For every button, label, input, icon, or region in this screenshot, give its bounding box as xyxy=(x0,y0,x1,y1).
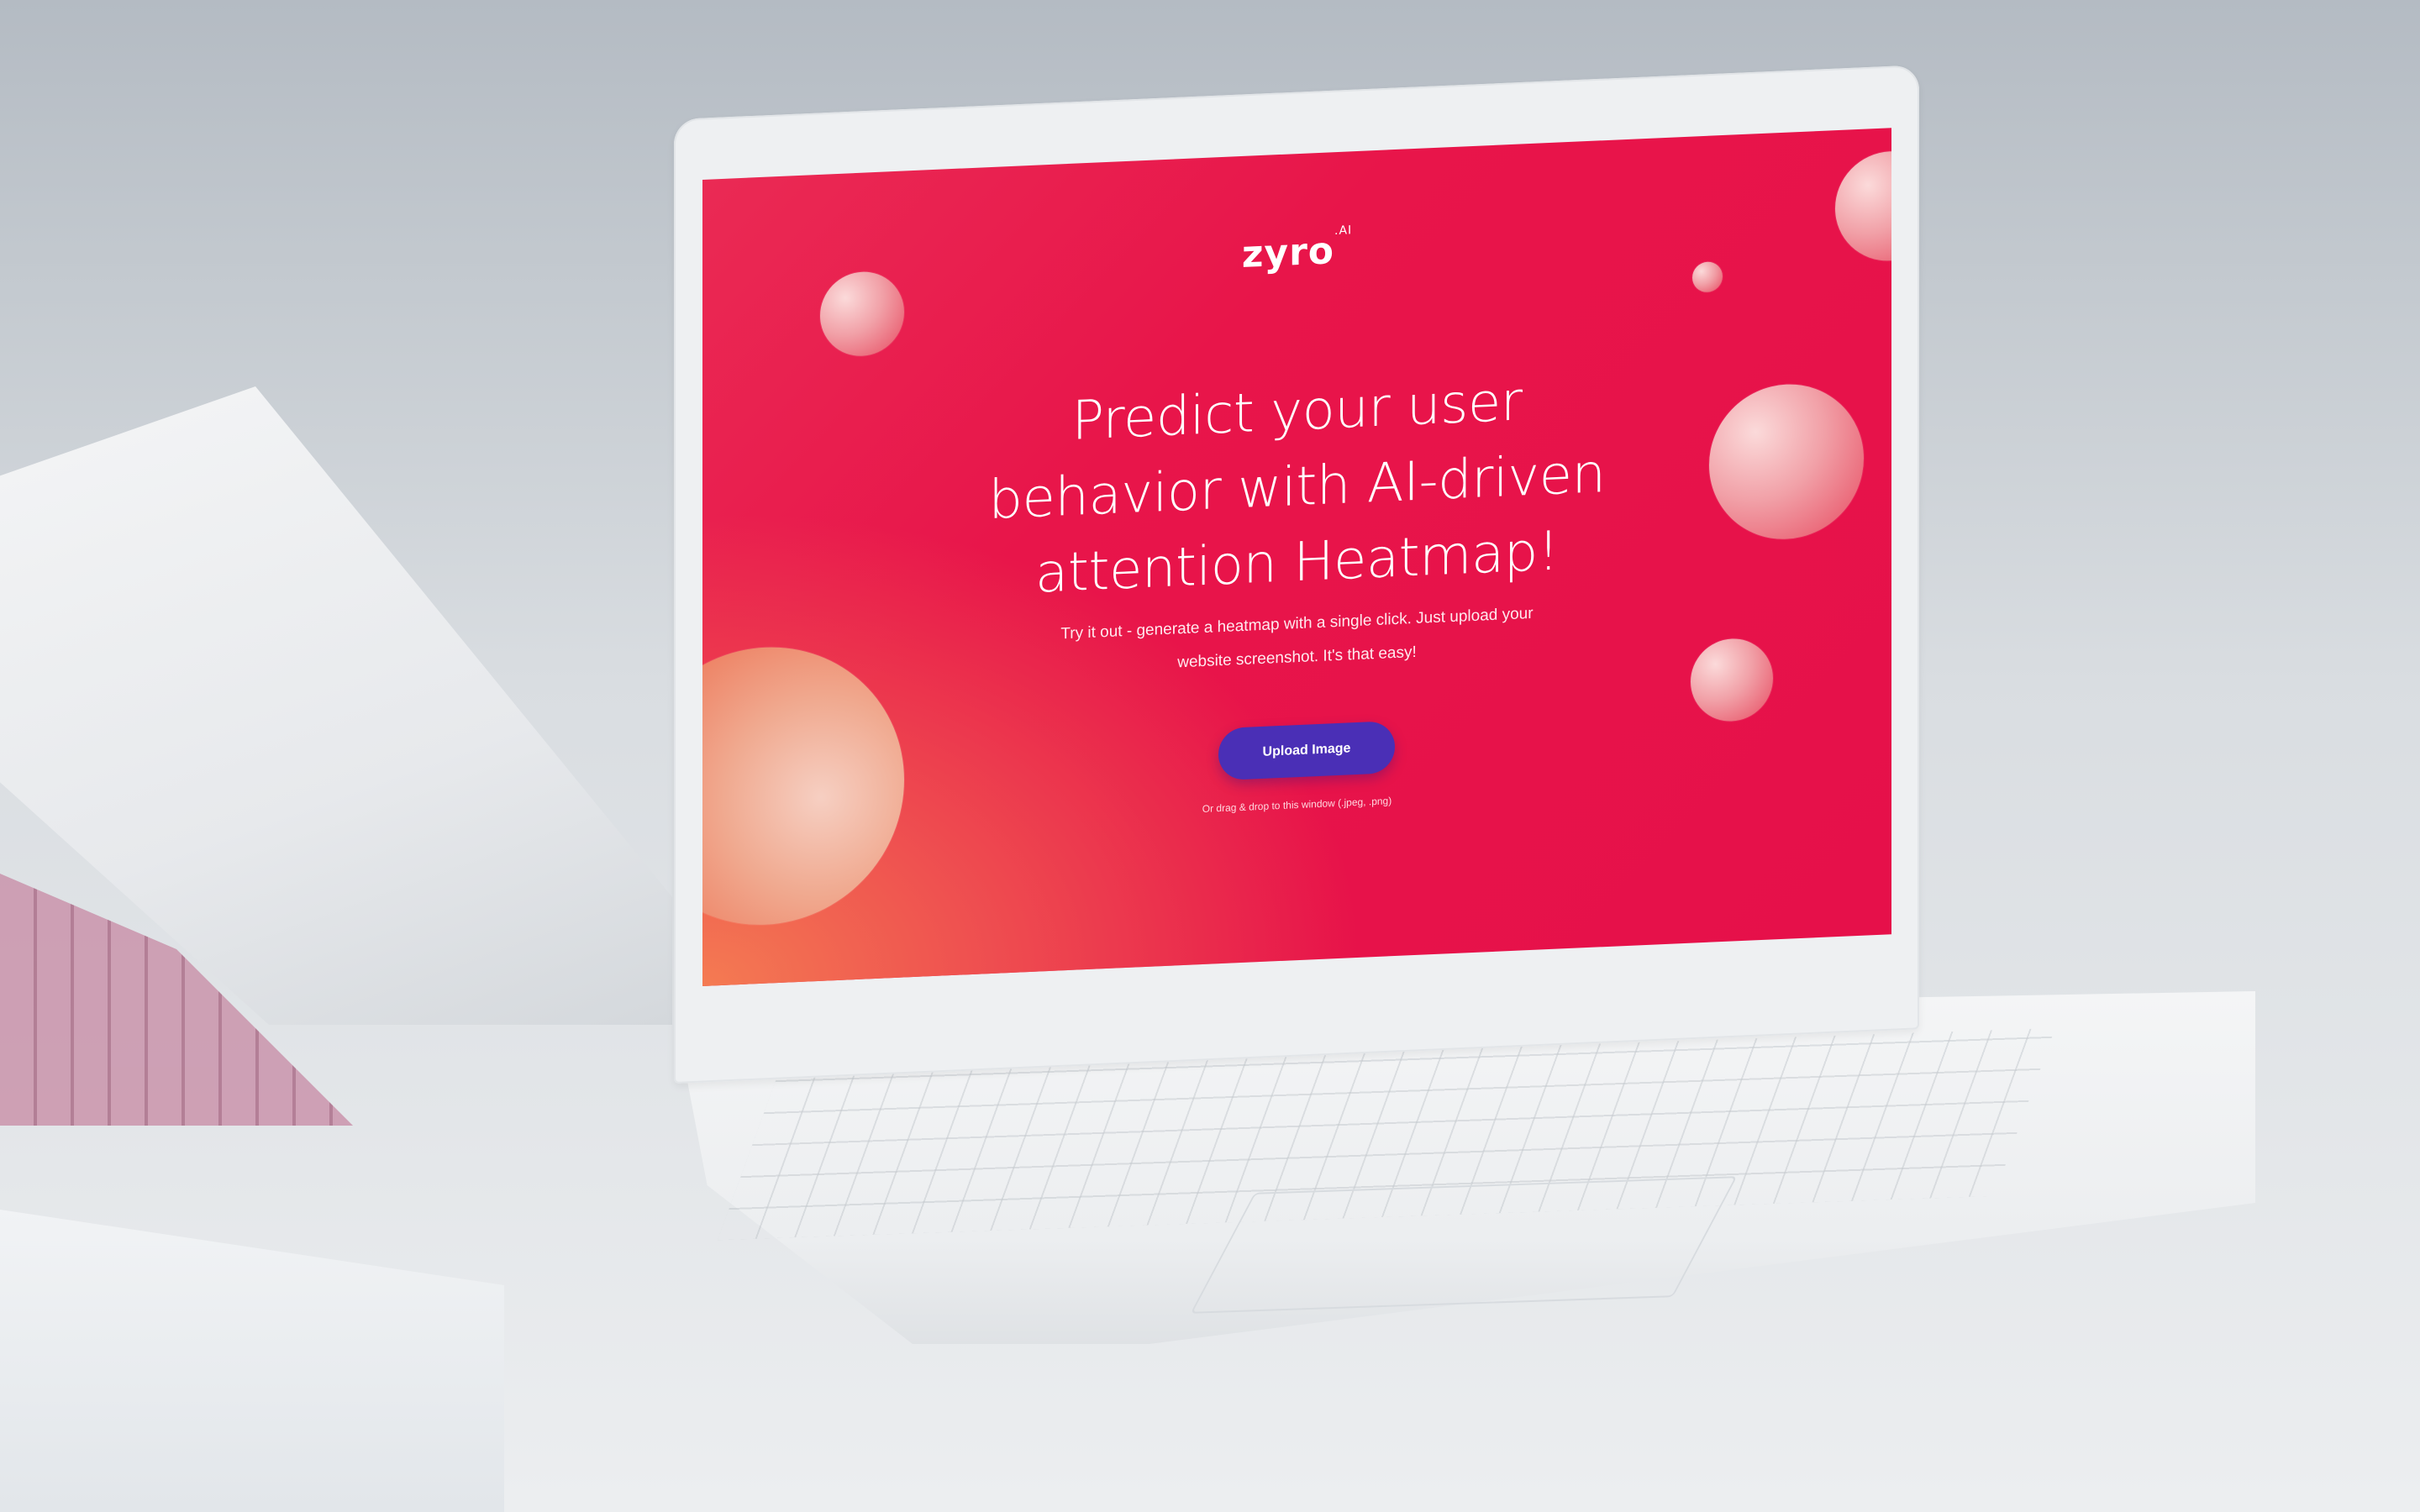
desk-surface xyxy=(0,1210,504,1512)
laptop-screen: zyro.AI Predict your user behavior with … xyxy=(702,128,1891,986)
logo-text: zyro xyxy=(1241,229,1335,276)
photo-scene: zyro.AI Predict your user behavior with … xyxy=(0,0,2420,1512)
laptop-trackpad xyxy=(1190,1176,1738,1314)
logo-suffix: .AI xyxy=(1334,223,1353,239)
upload-image-button[interactable]: Upload Image xyxy=(1218,721,1395,781)
hero-headline: Predict your user behavior with AI-drive… xyxy=(702,348,1891,627)
decorative-bubble xyxy=(1692,260,1723,293)
